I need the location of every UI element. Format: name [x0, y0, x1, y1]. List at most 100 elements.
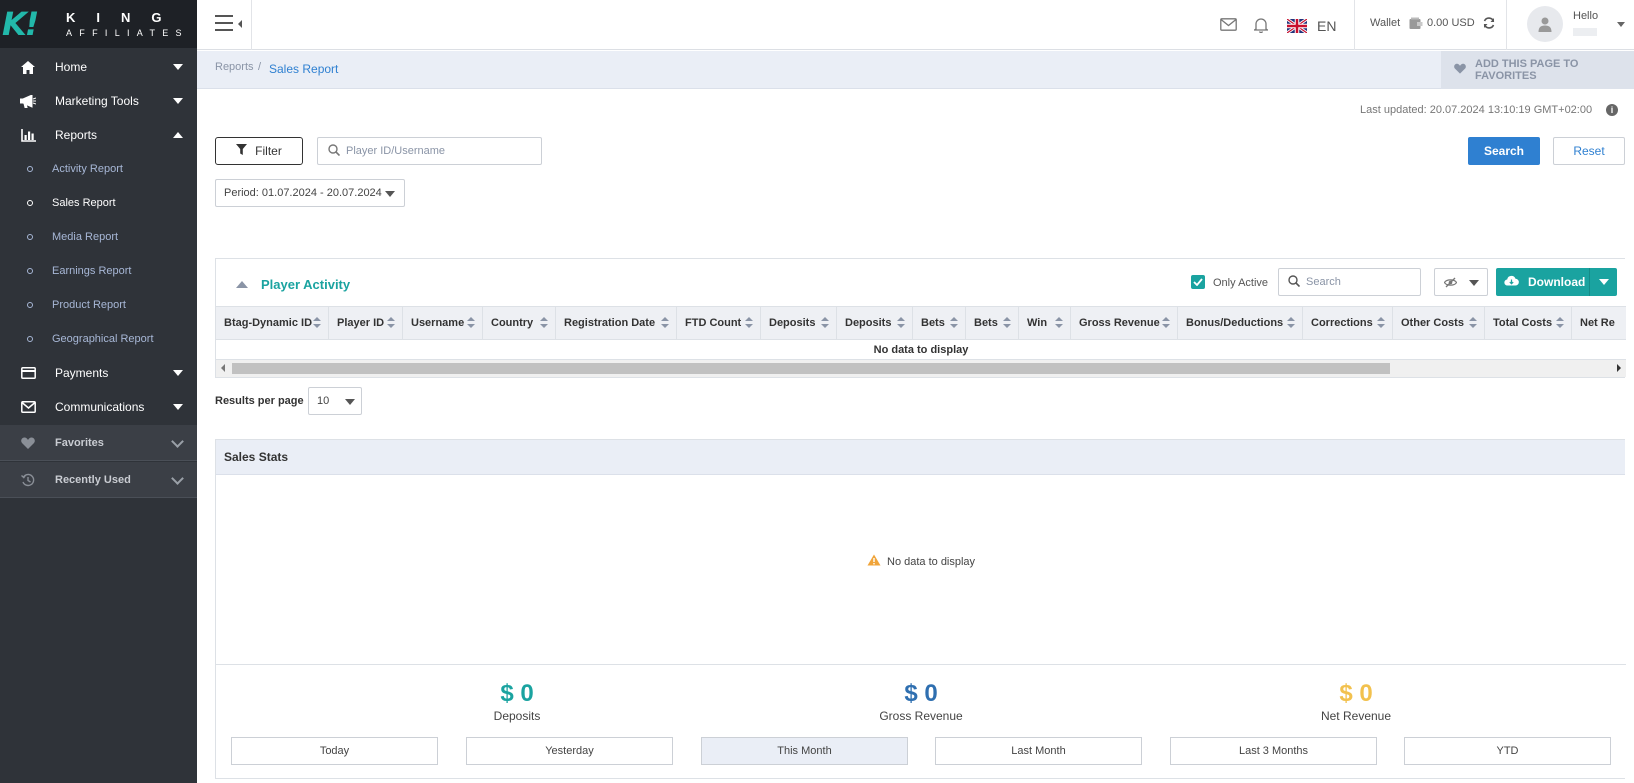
- net-revenue-metric: $ 0 Net Revenue: [1206, 680, 1506, 723]
- player-search-field[interactable]: [317, 137, 542, 165]
- search-button[interactable]: Search: [1468, 137, 1540, 165]
- sidebar-subitem-geographical-report[interactable]: Geographical Report: [0, 322, 197, 356]
- sidebar-item-payments[interactable]: Payments: [0, 356, 197, 390]
- sort-icon: [313, 317, 321, 329]
- column-visibility-button[interactable]: [1434, 268, 1488, 296]
- topbar: EN Wallet 0.00 USD Hello: [197, 0, 1634, 50]
- refresh-icon[interactable]: [1483, 17, 1495, 32]
- breadcrumb-bar: Reports / Sales Report ADD THIS PAGE TO …: [197, 51, 1634, 89]
- sort-icon: [950, 317, 958, 329]
- scroll-right-icon[interactable]: [1617, 364, 1621, 372]
- table-search-input[interactable]: [1306, 276, 1416, 288]
- credit-card-icon: [20, 366, 36, 380]
- scroll-left-icon[interactable]: [221, 364, 225, 372]
- column-header[interactable]: Bonus/Deductions: [1178, 307, 1303, 339]
- column-header[interactable]: Corrections: [1303, 307, 1393, 339]
- sort-icon: [897, 317, 905, 329]
- sidebar-subitem-activity-report[interactable]: Activity Report: [0, 152, 197, 186]
- column-header[interactable]: Win: [1019, 307, 1071, 339]
- player-search-input[interactable]: [346, 145, 516, 157]
- sidebar-item-communications[interactable]: Communications: [0, 390, 197, 424]
- column-header[interactable]: Deposits: [837, 307, 913, 339]
- brand-logo[interactable]: K! KING AFFILIATES: [0, 0, 197, 48]
- scrollbar-thumb[interactable]: [232, 363, 1390, 374]
- collapse-toggle-icon[interactable]: [236, 281, 248, 288]
- results-per-page-label: Results per page: [215, 395, 304, 407]
- period-today-button[interactable]: Today: [231, 737, 438, 765]
- sort-icon: [1055, 317, 1063, 329]
- bullet-icon: [27, 302, 33, 308]
- sidebar-subitem-label: Product Report: [52, 299, 126, 311]
- column-header[interactable]: Player ID: [329, 307, 403, 339]
- info-icon[interactable]: i: [1606, 104, 1618, 116]
- sort-icon: [1162, 317, 1170, 329]
- caret-down-icon: [385, 191, 395, 197]
- sidebar-subitem-label: Sales Report: [52, 197, 116, 209]
- table-search-field[interactable]: [1278, 268, 1421, 296]
- column-header[interactable]: Country: [483, 307, 556, 339]
- empty-state: No data to display: [867, 554, 975, 569]
- column-header[interactable]: Bets: [913, 307, 966, 339]
- caret-down-icon: [1469, 280, 1479, 286]
- empty-state-text: No data to display: [887, 555, 976, 568]
- sidebar-subitem-earnings-report[interactable]: Earnings Report: [0, 254, 197, 288]
- sidebar-item-favorites[interactable]: Favorites: [0, 425, 197, 461]
- horizontal-scrollbar[interactable]: [216, 360, 1626, 377]
- column-header[interactable]: Net Re: [1572, 307, 1626, 339]
- column-header[interactable]: Gross Revenue: [1071, 307, 1178, 339]
- column-header[interactable]: Registration Date: [556, 307, 677, 339]
- avatar[interactable]: [1527, 6, 1563, 42]
- column-header[interactable]: Other Costs: [1393, 307, 1485, 339]
- language-selector[interactable]: EN: [1317, 18, 1336, 34]
- sidebar-subitem-media-report[interactable]: Media Report: [0, 220, 197, 254]
- menu-toggle-icon[interactable]: [215, 15, 235, 31]
- net-revenue-label: Net Revenue: [1320, 709, 1392, 723]
- column-header[interactable]: Total Costs: [1485, 307, 1572, 339]
- column-header[interactable]: Username: [403, 307, 483, 339]
- sidebar-item-marketing-tools[interactable]: Marketing Tools: [0, 84, 197, 118]
- results-per-page-select[interactable]: 10: [308, 387, 362, 415]
- column-header[interactable]: Btag-Dynamic ID: [216, 307, 329, 339]
- mail-icon[interactable]: [1220, 18, 1237, 34]
- filter-button[interactable]: Filter: [215, 137, 303, 165]
- only-active-label: Only Active: [1213, 277, 1269, 289]
- caret-down-icon[interactable]: [1599, 279, 1609, 285]
- period-last-3-months-button[interactable]: Last 3 Months: [1170, 737, 1377, 765]
- sidebar-item-recently-used[interactable]: Recently Used: [0, 462, 197, 498]
- flag-icon[interactable]: [1286, 17, 1308, 36]
- sidebar-subitem-sales-report[interactable]: Sales Report: [0, 186, 197, 220]
- search-icon: [328, 143, 341, 159]
- bell-icon[interactable]: [1252, 17, 1270, 36]
- player-activity-panel: Player Activity Only Active Download Bta…: [215, 258, 1626, 378]
- reset-button[interactable]: Reset: [1553, 137, 1625, 165]
- breadcrumb-parent[interactable]: Reports: [215, 61, 254, 73]
- sidebar-subitem-product-report[interactable]: Product Report: [0, 288, 197, 322]
- sidebar-item-reports[interactable]: Reports: [0, 118, 197, 152]
- column-header[interactable]: Bets: [966, 307, 1019, 339]
- column-header[interactable]: Deposits: [761, 307, 837, 339]
- period-this-month-button[interactable]: This Month: [701, 737, 908, 765]
- sidebar: K! KING AFFILIATES Home Marketing Tools …: [0, 0, 197, 783]
- add-to-favorites-label: ADD THIS PAGE TO FAVORITES: [1475, 58, 1579, 82]
- cloud-download-icon: [1504, 275, 1519, 289]
- period-last-month-button[interactable]: Last Month: [935, 737, 1142, 765]
- only-active-checkbox[interactable]: [1191, 275, 1205, 289]
- sidebar-item-home[interactable]: Home: [0, 50, 197, 84]
- period-select-value: Period: 01.07.2024 - 20.07.2024: [224, 187, 382, 199]
- period-ytd-button[interactable]: YTD: [1404, 737, 1611, 765]
- period-button-group: Today Yesterday This Month Last Month La…: [231, 737, 1611, 765]
- download-label: Download: [1528, 275, 1586, 289]
- user-menu-caret-icon[interactable]: [1617, 22, 1625, 27]
- username-placeholder: [1573, 28, 1597, 36]
- period-select[interactable]: Period: 01.07.2024 - 20.07.2024: [215, 179, 405, 207]
- add-to-favorites-button[interactable]: ADD THIS PAGE TO FAVORITES: [1441, 51, 1634, 89]
- sidebar-item-label: Payments: [55, 366, 109, 380]
- collapse-arrow-icon: [238, 20, 242, 28]
- sidebar-subitem-label: Media Report: [52, 231, 119, 243]
- sidebar-item-label: Communications: [55, 400, 145, 414]
- download-button[interactable]: Download: [1496, 268, 1617, 296]
- sidebar-item-label: Home: [55, 60, 88, 74]
- bullet-icon: [27, 234, 33, 240]
- column-header[interactable]: FTD Count: [677, 307, 761, 339]
- period-yesterday-button[interactable]: Yesterday: [466, 737, 673, 765]
